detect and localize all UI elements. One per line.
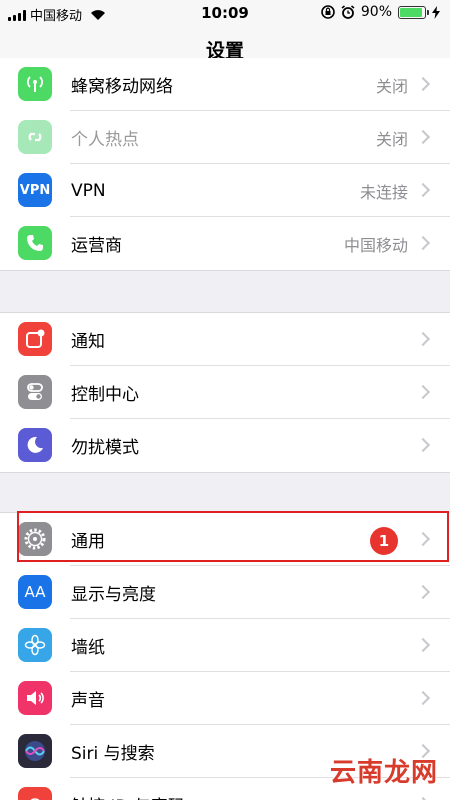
row-label: VPN <box>71 180 106 201</box>
siri-icon <box>18 734 52 768</box>
alarm-icon <box>341 5 355 19</box>
row-value: 关闭 <box>375 129 408 149</box>
row-value: 关闭 <box>375 76 408 96</box>
row-do-not-disturb[interactable]: 勿扰模式 <box>0 419 450 472</box>
sound-icon <box>18 681 52 715</box>
row-label: 触控 ID 与密码 <box>71 792 185 800</box>
wallpaper-icon <box>18 628 52 662</box>
phone-icon <box>18 226 52 260</box>
battery-fill <box>400 7 422 17</box>
chevron-right-icon <box>415 437 431 453</box>
chevron-right-icon <box>415 76 431 92</box>
notification-icon <box>18 322 52 356</box>
cellular-icon <box>18 67 52 101</box>
row-label: 显示与亮度 <box>71 585 156 605</box>
row-vpn[interactable]: VPN VPN 未连接 <box>0 164 450 217</box>
watermark: 云南龙网 <box>330 752 438 789</box>
chevron-right-icon <box>415 584 431 600</box>
chevron-right-icon <box>415 129 431 145</box>
row-label: 通用 <box>71 532 105 552</box>
row-cellular[interactable]: 蜂窝移动网络 关闭 <box>0 58 450 111</box>
row-display[interactable]: AA 显示与亮度 <box>0 566 450 619</box>
chevron-right-icon <box>415 235 431 251</box>
row-label: 控制中心 <box>71 385 139 405</box>
chevron-right-icon <box>415 531 431 547</box>
display-icon: AA <box>18 575 52 609</box>
rotation-lock-icon <box>321 5 335 19</box>
status-bar: 中国移动 10:09 90% <box>0 0 450 26</box>
settings-group-network: 蜂窝移动网络 关闭 个人热点 关闭 VPN VPN 未连接 运营商 中国移动 <box>0 58 450 271</box>
row-label: 声音 <box>71 691 105 711</box>
row-value: 未连接 <box>359 182 408 202</box>
row-label: 勿扰模式 <box>71 438 139 458</box>
charging-icon <box>432 5 440 19</box>
row-notifications[interactable]: 通知 <box>0 313 450 366</box>
row-label: 蜂窝移动网络 <box>71 77 173 97</box>
row-label: 通知 <box>71 332 105 352</box>
control-center-icon <box>18 375 52 409</box>
vpn-icon: VPN <box>18 173 52 207</box>
row-label: Siri 与搜索 <box>71 744 155 764</box>
chevron-right-icon <box>415 690 431 706</box>
row-carrier[interactable]: 运营商 中国移动 <box>0 217 450 270</box>
chevron-right-icon <box>415 637 431 653</box>
settings-group-notifications: 通知 控制中心 勿扰模式 <box>0 312 450 473</box>
fingerprint-icon <box>18 787 52 800</box>
row-value: 中国移动 <box>343 235 408 255</box>
gear-icon <box>18 522 52 556</box>
chevron-right-icon <box>415 182 431 198</box>
row-control-center[interactable]: 控制中心 <box>0 366 450 419</box>
status-right: 90% <box>321 4 440 20</box>
row-label: 个人热点 <box>71 130 139 150</box>
step-badge: 1 <box>370 527 398 555</box>
chevron-right-icon <box>415 331 431 347</box>
row-label: 墙纸 <box>71 638 105 658</box>
row-sound[interactable]: 声音 <box>0 672 450 725</box>
battery-icon <box>398 5 429 19</box>
moon-icon <box>18 428 52 462</box>
hotspot-icon <box>18 120 52 154</box>
row-wallpaper[interactable]: 墙纸 <box>0 619 450 672</box>
row-hotspot[interactable]: 个人热点 关闭 <box>0 111 450 164</box>
battery-percent: 90% <box>360 4 392 20</box>
chevron-right-icon <box>415 384 431 400</box>
row-label: 运营商 <box>71 236 122 256</box>
watermark-text: 云南龙网 <box>329 758 438 788</box>
